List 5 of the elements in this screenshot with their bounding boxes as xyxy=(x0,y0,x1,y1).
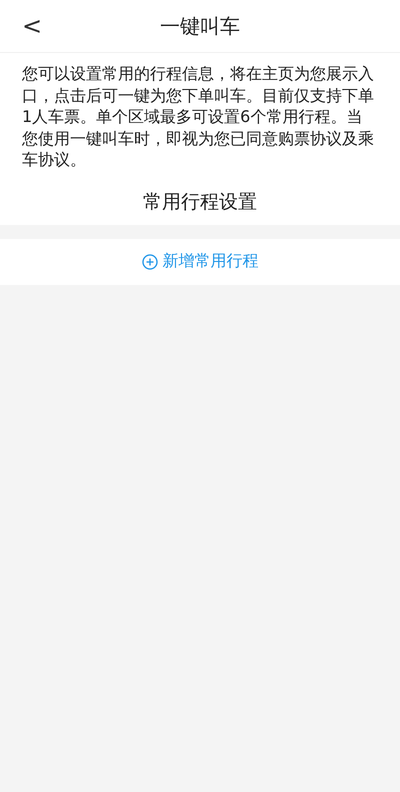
plus-circle-icon xyxy=(142,254,158,270)
section-title: 常用行程设置 xyxy=(142,190,258,214)
page-title: 一键叫车 xyxy=(160,12,240,40)
description-text: 您可以设置常用的行程信息，将在主页为您展示入口，点击后可一键为您下单叫车。目前仅支持下单1人车票。单个区域最多可设置6个常用行程。当您使用一键叫车时，即视为您已同意购票协议及乘车协议。 xyxy=(22,63,375,170)
back-button[interactable]: < xyxy=(16,10,48,42)
